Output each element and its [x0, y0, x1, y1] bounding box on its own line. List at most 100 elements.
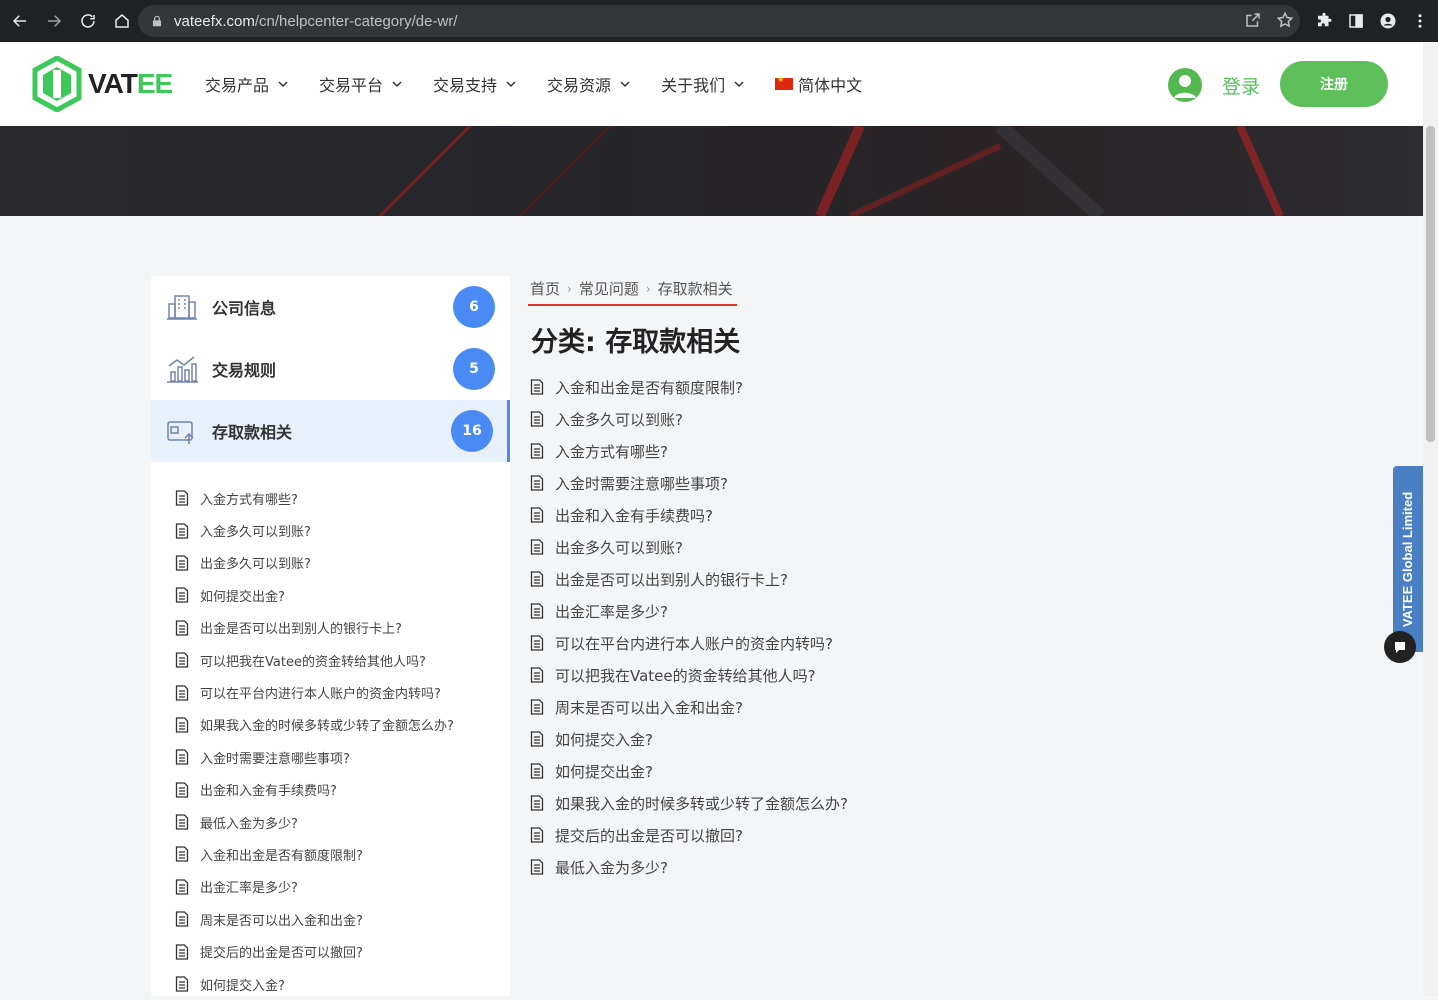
site-header: VATEE 交易产品 交易平台 交易支持 交易资源 关于我们 简体中文 登录: [0, 42, 1423, 126]
article-link-label: 周末是否可以出入金和出金?: [555, 698, 743, 717]
sidebar-article-link[interactable]: 出金多久可以到账?: [151, 547, 510, 579]
wallet-icon: [167, 421, 194, 444]
scrollbar-thumb[interactable]: [1426, 126, 1435, 442]
article-link-label: 可以把我在Vatee的资金转给其他人吗?: [555, 666, 816, 685]
sidebar-article-link-label: 出金是否可以出到别人的银行卡上?: [200, 622, 402, 638]
breadcrumb-home[interactable]: 首页: [530, 278, 560, 299]
category-deposit-withdrawal[interactable]: 存取款相关 16: [151, 400, 510, 462]
document-icon: [530, 475, 544, 491]
article-link[interactable]: 出金是否可以出到别人的银行卡上?: [530, 563, 848, 595]
breadcrumb-faq[interactable]: 常见问题: [579, 278, 639, 299]
document-icon: [175, 814, 189, 830]
vatee-logo[interactable]: VATEE: [32, 56, 173, 112]
home-icon[interactable]: [106, 5, 138, 37]
document-icon: [175, 749, 189, 765]
sidebar-article-link[interactable]: 如何提交出金?: [151, 579, 510, 611]
kebab-menu-icon[interactable]: [1408, 5, 1432, 37]
sidebar-article-link[interactable]: 如果我入金的时候多转或少转了金额怎么办?: [151, 709, 510, 741]
document-icon: [530, 763, 544, 779]
count-badge: 6: [453, 286, 495, 328]
article-link[interactable]: 入金方式有哪些?: [530, 435, 848, 467]
article-link[interactable]: 可以在平台内进行本人账户的资金内转吗?: [530, 627, 848, 659]
sidepanel-icon[interactable]: [1344, 5, 1368, 37]
article-link[interactable]: 如何提交出金?: [530, 755, 848, 787]
category-trading-rules[interactable]: 交易规则 5: [151, 338, 510, 400]
sidebar-article-link[interactable]: 可以把我在Vatee的资金转给其他人吗?: [151, 644, 510, 676]
sidebar-article-link-label: 入金方式有哪些?: [200, 492, 298, 508]
article-link[interactable]: 可以把我在Vatee的资金转给其他人吗?: [530, 659, 848, 691]
article-link[interactable]: 周末是否可以出入金和出金?: [530, 691, 848, 723]
article-link[interactable]: 入金时需要注意哪些事项?: [530, 467, 848, 499]
sidebar-article-link[interactable]: 周末是否可以出入金和出金?: [151, 903, 510, 935]
url-text: vateefx.com/cn/helpcenter-category/de-wr…: [174, 12, 458, 30]
sidebar-article-link[interactable]: 出金汇率是多少?: [151, 871, 510, 903]
category-company-info[interactable]: 公司信息 6: [151, 276, 510, 338]
article-link-label: 可以在平台内进行本人账户的资金内转吗?: [555, 634, 833, 653]
menu-trading-resources[interactable]: 交易资源: [547, 72, 631, 96]
sidebar-article-link[interactable]: 入金方式有哪些?: [151, 482, 510, 514]
back-icon[interactable]: [4, 5, 36, 37]
menu-trading-support[interactable]: 交易支持: [433, 72, 517, 96]
sidebar-article-link[interactable]: 入金和出金是否有额度限制?: [151, 838, 510, 870]
article-link[interactable]: 出金多久可以到账?: [530, 531, 848, 563]
article-list: 入金和出金是否有额度限制? 入金多久可以到账? 入金方式有哪些? 入金时需要注意哪些事…: [530, 371, 848, 883]
page-scrollbar[interactable]: [1423, 42, 1438, 996]
document-icon: [175, 522, 189, 539]
sidebar-article-link[interactable]: 出金和入金有手续费吗?: [151, 774, 510, 806]
sidebar-article-link[interactable]: 入金时需要注意哪些事项?: [151, 741, 510, 773]
reload-icon[interactable]: [72, 5, 104, 37]
lock-icon: [152, 15, 162, 27]
article-link-label: 出金多久可以到账?: [555, 538, 683, 557]
breadcrumb-current[interactable]: 存取款相关: [658, 278, 733, 299]
language-switcher[interactable]: 简体中文: [775, 72, 862, 96]
sidebar-article-link[interactable]: 出金是否可以出到别人的银行卡上?: [151, 612, 510, 644]
side-tab-vatee[interactable]: VATEE Global Limited: [1393, 466, 1423, 652]
article-link-label: 入金时需要注意哪些事项?: [555, 474, 728, 493]
article-link[interactable]: 提交后的出金是否可以撤回?: [530, 819, 848, 851]
sidebar-article-link-label: 可以把我在Vatee的资金转给其他人吗?: [200, 654, 426, 670]
chevron-right-icon: ›: [567, 281, 572, 296]
document-icon: [175, 620, 189, 636]
extensions-icon[interactable]: [1312, 5, 1336, 37]
sidebar-article-link-label: 出金和入金有手续费吗?: [200, 784, 337, 800]
article-link[interactable]: 如何提交入金?: [530, 723, 848, 755]
document-icon: [530, 667, 544, 683]
document-icon: [530, 507, 544, 523]
main-menu: 交易产品 交易平台 交易支持 交易资源 关于我们 简体中文: [205, 72, 862, 96]
sidebar-article-link[interactable]: 入金多久可以到账?: [151, 514, 510, 546]
sidebar-article-link[interactable]: 提交后的出金是否可以撤回?: [151, 935, 510, 967]
sidebar-article-link[interactable]: 可以在平台内进行本人账户的资金内转吗?: [151, 676, 510, 708]
bookmark-star-icon[interactable]: [1276, 11, 1294, 29]
article-link[interactable]: 入金多久可以到账?: [530, 403, 848, 435]
profile-icon[interactable]: [1376, 5, 1400, 37]
register-button[interactable]: 注册: [1280, 61, 1388, 107]
document-icon: [175, 684, 189, 701]
article-link[interactable]: 如果我入金的时候多转或少转了金额怎么办?: [530, 787, 848, 819]
article-link[interactable]: 出金汇率是多少?: [530, 595, 848, 627]
menu-trading-platform[interactable]: 交易平台: [319, 72, 403, 96]
forward-icon[interactable]: [38, 5, 70, 37]
sidebar-article-link[interactable]: 最低入金为多少?: [151, 806, 510, 838]
article-link[interactable]: 入金和出金是否有额度限制?: [530, 371, 848, 403]
count-badge: 5: [453, 348, 495, 390]
document-icon: [530, 603, 544, 619]
article-link[interactable]: 最低入金为多少?: [530, 851, 848, 883]
login-link[interactable]: 登录: [1222, 72, 1260, 99]
document-icon: [175, 652, 189, 668]
user-avatar-icon[interactable]: [1168, 68, 1202, 102]
menu-about-us[interactable]: 关于我们: [661, 72, 745, 96]
article-link[interactable]: 出金和入金有手续费吗?: [530, 499, 848, 531]
sidebar-article-link-label: 提交后的出金是否可以撤回?: [200, 946, 363, 962]
address-bar[interactable]: vateefx.com/cn/helpcenter-category/de-wr…: [138, 5, 1300, 37]
document-icon: [530, 635, 544, 651]
sidebar-article-link[interactable]: 如何提交入金?: [151, 968, 510, 1000]
document-icon: [530, 379, 544, 395]
share-icon[interactable]: [1244, 11, 1262, 29]
chat-icon[interactable]: [1384, 631, 1416, 663]
page-title: 分类: 存取款相关: [531, 327, 741, 358]
menu-trading-products[interactable]: 交易产品: [205, 72, 289, 96]
sidebar-article-link-label: 出金汇率是多少?: [200, 881, 298, 897]
logo-text: VATEE: [88, 68, 173, 99]
chevron-down-icon: [506, 81, 516, 88]
chevron-down-icon: [392, 81, 402, 88]
